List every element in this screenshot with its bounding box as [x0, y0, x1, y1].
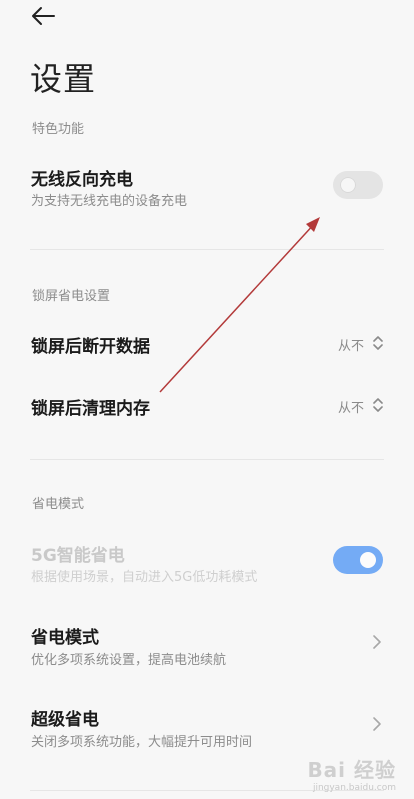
- watermark-sub: jingyan.baidu.com: [312, 783, 396, 793]
- watermark-text: Bai 经验: [307, 758, 396, 782]
- annotation-arrow: [159, 217, 320, 393]
- baidu-watermark: Bai 经验 jingyan.baidu.com: [307, 754, 396, 793]
